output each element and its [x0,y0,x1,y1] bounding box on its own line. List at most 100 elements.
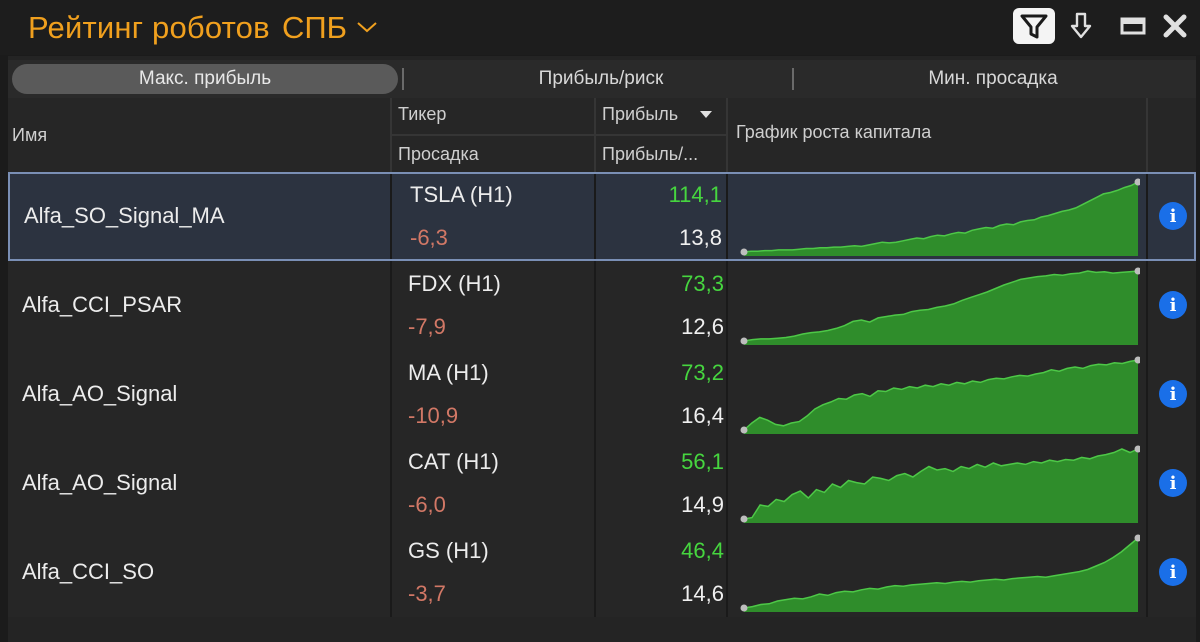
robot-profit: 56,1 [681,449,724,474]
column-divider [726,350,728,439]
equity-chart [740,178,1140,256]
robot-profit: 114,1 [668,182,722,207]
robot-name: Alfa_CCI_SO [22,559,155,584]
column-divider [390,350,392,439]
column-divider [1146,261,1148,350]
column-divider [1146,174,1148,259]
robot-profit: 73,2 [681,360,724,385]
table-header: Имя Тикер Просадка Прибыль Прибыль/... Г… [8,98,1196,172]
arrow-down-icon [1070,12,1092,39]
column-divider [1146,528,1148,617]
header-row-divider [390,134,726,136]
equity-start-point [740,604,748,612]
column-divider [390,261,392,350]
info-button[interactable]: i [1159,291,1187,319]
equity-chart [740,534,1140,612]
exchange-selector[interactable]: СПБ [282,10,347,46]
column-divider [594,439,596,528]
tab-profit-risk[interactable]: Прибыль/риск [408,64,794,94]
column-divider [1146,98,1148,172]
column-divider [594,261,596,350]
column-divider [1146,350,1148,439]
info-button[interactable]: i [1159,202,1187,230]
tab-divider [792,68,794,90]
robot-profit-ratio: 12,6 [681,314,724,339]
column-divider [390,528,392,617]
equity-start-point [740,426,748,434]
filter-button[interactable] [1013,8,1055,44]
equity-chart [740,356,1140,434]
tab-min-drawdown[interactable]: Мин. просадка [798,64,1188,94]
equity-start-point [740,248,748,256]
info-button[interactable]: i [1159,558,1187,586]
column-header-profit[interactable]: Прибыль [602,104,678,125]
tab-max-profit[interactable]: Макс. прибыль [12,64,398,94]
equity-start-point [740,515,748,523]
robot-ticker: MA (H1) [408,360,489,385]
column-divider [594,98,596,172]
title-bar: Рейтинг роботов СПБ [0,0,1200,55]
equity-area [744,449,1138,523]
column-divider [726,174,728,259]
close-icon [1163,14,1187,38]
column-header-name[interactable]: Имя [12,125,47,146]
minimize-icon [1120,17,1146,35]
robot-name: Alfa_AO_Signal [22,470,178,495]
filter-icon [1020,14,1048,39]
table-row[interactable]: Alfa_AO_Signal MA (H1) -10,9 73,2 16,4 i [8,350,1196,439]
robot-ticker: TSLA (H1) [410,182,513,207]
table-row[interactable]: Alfa_CCI_PSAR FDX (H1) -7,9 73,3 12,6 i [8,261,1196,350]
window-title: Рейтинг роботов [28,10,270,45]
table-row[interactable]: Alfa_AO_Signal CAT (H1) -6,0 56,1 14,9 i [8,439,1196,528]
download-button[interactable] [1066,8,1096,44]
equity-chart [740,267,1140,345]
table-row[interactable]: Alfa_CCI_SO GS (H1) -3,7 46,4 14,6 i [8,528,1196,617]
info-button[interactable]: i [1159,380,1187,408]
equity-area [744,182,1138,256]
robots-rating-panel: Макс. прибыль Прибыль/риск Мин. просадка… [8,56,1196,642]
robot-ticker: GS (H1) [408,538,489,563]
robot-profit-ratio: 16,4 [681,403,724,428]
column-divider [594,174,596,259]
equity-area [744,538,1138,612]
robot-profit-ratio: 14,9 [681,492,724,517]
equity-start-point [740,337,748,345]
robot-drawdown: -6,3 [410,225,448,250]
robot-drawdown: -10,9 [408,403,459,428]
close-button[interactable] [1158,8,1192,44]
robot-profit-ratio: 13,8 [679,225,722,250]
tab-divider [402,68,404,90]
column-divider [390,439,392,528]
equity-chart [740,445,1140,523]
info-icon: i [1169,561,1177,583]
info-icon: i [1169,383,1177,405]
column-divider [726,261,728,350]
info-icon: i [1169,205,1177,227]
robot-profit-ratio: 14,6 [681,581,724,606]
robot-drawdown: -6,0 [408,492,446,517]
robot-profit: 46,4 [681,538,724,563]
robot-ticker: CAT (H1) [408,449,499,474]
column-divider [1146,439,1148,528]
chevron-down-icon[interactable] [356,20,378,34]
column-divider [390,174,392,259]
table-row[interactable]: Alfa_SO_Signal_MA TSLA (H1) -6,3 114,1 1… [8,172,1196,261]
robot-drawdown: -3,7 [408,581,446,606]
robot-name: Alfa_CCI_PSAR [22,292,183,317]
info-icon: i [1169,472,1177,494]
equity-area [744,360,1138,434]
column-header-drawdown[interactable]: Просадка [398,144,479,165]
robot-profit: 73,3 [681,271,724,296]
sort-tabs: Макс. прибыль Прибыль/риск Мин. просадка [8,60,1196,98]
sort-desc-icon [700,111,712,118]
column-divider [726,98,728,172]
column-header-ticker[interactable]: Тикер [398,104,446,125]
column-divider [726,528,728,617]
info-button[interactable]: i [1159,469,1187,497]
column-divider [594,528,596,617]
robot-name: Alfa_AO_Signal [22,381,178,406]
robot-drawdown: -7,9 [408,314,446,339]
robot-name: Alfa_SO_Signal_MA [24,203,225,228]
column-header-profit-ratio[interactable]: Прибыль/... [602,144,698,165]
minimize-button[interactable] [1118,8,1148,44]
